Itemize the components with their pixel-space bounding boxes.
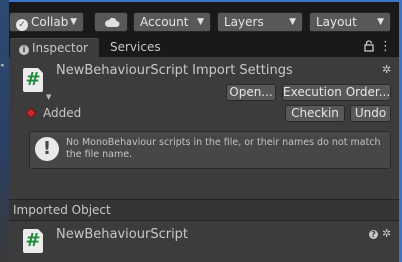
- scene-view-strip: ◂: [0, 0, 9, 262]
- section-label: Imported Object: [13, 203, 111, 217]
- layers-label: Layers: [224, 15, 264, 29]
- tab-inspector[interactable]: i Inspector: [10, 38, 99, 57]
- dropdown-arrow-icon: ▼: [289, 17, 296, 27]
- account-label: Account: [140, 15, 189, 29]
- account-dropdown[interactable]: Account ▼: [133, 12, 211, 32]
- script-file-icon: #: [23, 229, 43, 253]
- imported-object-name: NewBehaviourScript: [56, 227, 189, 242]
- scene-tab-nub: ◂: [0, 61, 4, 69]
- open-button[interactable]: Open...: [226, 84, 276, 101]
- tab-inspector-label: Inspector: [32, 41, 88, 55]
- lock-icon[interactable]: [364, 40, 374, 52]
- gear-icon[interactable]: ✲: [382, 227, 391, 240]
- dropdown-arrow-icon: ▼: [377, 17, 384, 27]
- script-glyph: #: [25, 230, 41, 251]
- import-settings-header: # ▼ NewBehaviourScript Import Settings ✲…: [9, 57, 399, 199]
- execution-order-button[interactable]: Execution Order...: [282, 84, 391, 101]
- added-status-icon: [25, 107, 37, 119]
- toolbar: ✓ Collab ▼ Account ▼ Layers ▼ Layout ▼: [9, 2, 399, 38]
- script-glyph: #: [25, 69, 41, 90]
- page-title: NewBehaviourScript Import Settings: [56, 63, 293, 78]
- script-file-icon: #: [23, 68, 43, 92]
- inspector-tab-bar: i Inspector Services ⋮: [9, 38, 399, 57]
- tab-services[interactable]: Services: [110, 38, 161, 57]
- status-label: Added: [43, 106, 82, 120]
- layers-dropdown[interactable]: Layers ▼: [217, 12, 303, 32]
- undo-button[interactable]: Undo: [350, 105, 391, 122]
- expand-arrow-icon[interactable]: ▼: [46, 93, 51, 101]
- tab-services-label: Services: [110, 40, 161, 54]
- collab-dropdown[interactable]: ✓ Collab ▼: [9, 12, 84, 32]
- layout-label: Layout: [316, 15, 357, 29]
- cloud-icon: [105, 17, 120, 27]
- collab-label: Collab: [31, 15, 69, 29]
- layout-dropdown[interactable]: Layout ▼: [309, 12, 391, 32]
- checkin-button[interactable]: Checkin: [285, 105, 345, 122]
- dropdown-arrow-icon: ▼: [197, 17, 204, 27]
- gear-icon[interactable]: ✲: [382, 63, 391, 76]
- warning-icon: !: [35, 137, 59, 161]
- cloud-button[interactable]: [94, 12, 128, 32]
- dropdown-arrow-icon: ▼: [70, 17, 77, 27]
- more-options-icon[interactable]: ⋮: [379, 38, 392, 56]
- inspector-panel: # ▼ NewBehaviourScript Import Settings ✲…: [9, 57, 399, 262]
- imported-object-row: # NewBehaviourScript ? ✲: [9, 221, 399, 262]
- help-message: No MonoBehaviour scripts in the file, or…: [66, 137, 381, 160]
- help-box: ! No MonoBehaviour scripts in the file, …: [29, 131, 391, 169]
- check-icon: ✓: [16, 19, 28, 31]
- imported-object-header: Imported Object: [9, 199, 399, 221]
- help-icon[interactable]: ?: [369, 230, 378, 239]
- info-icon: i: [19, 45, 29, 55]
